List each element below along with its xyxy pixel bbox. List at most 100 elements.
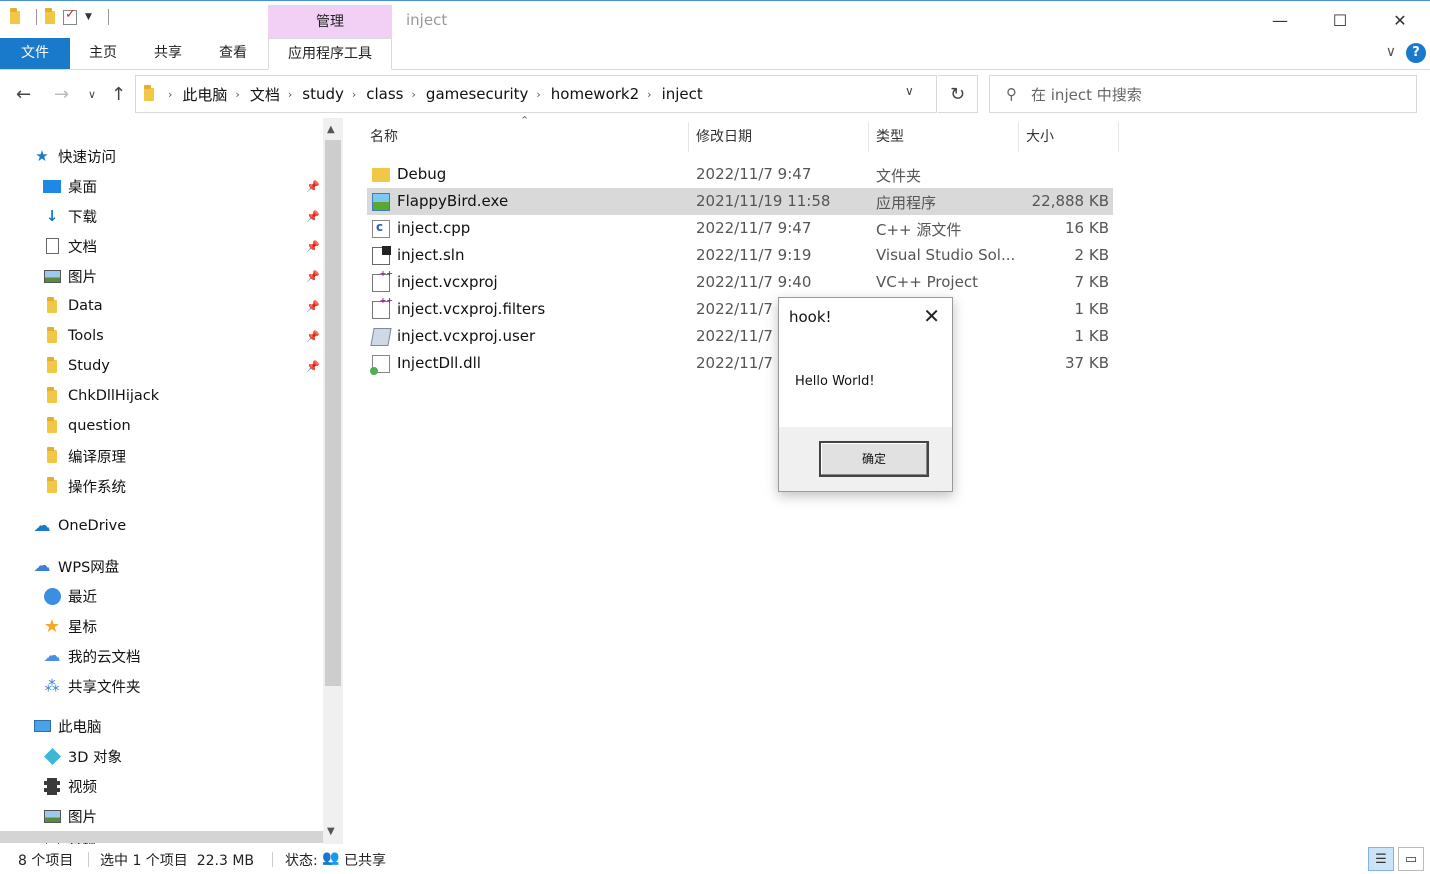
breadcrumb-gamesecurity[interactable]: gamesecurity [426,85,528,103]
file-row[interactable]: InjectDll.dll 2022/11/7 9 展 37 KB [367,350,1113,377]
ok-button[interactable]: 确定 [819,441,929,477]
nav-study[interactable]: Study 📌 [0,351,323,381]
column-divider[interactable] [868,122,869,152]
nav-pc-pictures[interactable]: 图片 [0,801,323,831]
pin-icon[interactable]: 📌 [306,180,320,193]
up-arrow-icon[interactable]: ↑ [111,84,126,105]
breadcrumb-study[interactable]: study [302,85,344,103]
nav-wps[interactable]: ☁ WPS网盘 [0,551,323,581]
breadcrumb-chevron-icon[interactable]: › [352,88,356,101]
nav-compiler[interactable]: 编译原理 [0,441,323,471]
breadcrumb-chevron-icon[interactable]: › [647,88,651,101]
breadcrumb-chevron-icon[interactable]: › [536,88,540,101]
column-header-date[interactable]: 修改日期 [696,118,752,156]
search-box[interactable]: ⚲ 在 inject 中搜索 [989,75,1417,113]
nav-videos[interactable]: 视频 [0,771,323,801]
file-row[interactable]: inject.vcxproj.filters 2022/11/7 9 ect F… [367,296,1113,323]
tab-file[interactable]: 文件 [0,38,70,69]
file-row[interactable]: inject.vcxproj 2022/11/7 9:40 VC++ Proje… [367,269,1113,296]
recent-locations-icon[interactable]: ∨ [88,88,96,101]
pin-icon[interactable]: 📌 [306,210,320,223]
pin-icon[interactable]: 📌 [306,240,320,253]
nav-tools[interactable]: Tools 📌 [0,321,323,351]
scroll-down-icon[interactable]: ▼ [327,826,335,837]
application-icon [372,193,390,211]
column-header-type[interactable]: 类型 [876,118,904,156]
breadcrumb-chevron-icon[interactable]: › [235,88,239,101]
nav-my-cloud-docs[interactable]: ☁ 我的云文档 [0,641,323,671]
close-button[interactable]: ✕ [1370,1,1430,39]
nav-downloads[interactable]: ↓ 下载 📌 [0,201,323,231]
nav-starred[interactable]: ★ 星标 [0,611,323,641]
pin-icon[interactable]: 📌 [306,330,320,343]
nav-documents[interactable]: 文档 📌 [0,231,323,261]
breadcrumb-homework2[interactable]: homework2 [551,85,639,103]
file-date: 2022/11/7 9 [696,300,788,318]
nav-pictures[interactable]: 图片 📌 [0,261,323,291]
properties-icon[interactable] [63,7,77,25]
nav-this-pc[interactable]: 此电脑 [0,711,323,741]
picture-icon [42,806,62,826]
nav-question[interactable]: question [0,411,323,441]
qat-dropdown-icon[interactable]: ▼ [85,12,92,22]
column-divider[interactable] [1018,122,1019,152]
tab-share[interactable]: 共享 [137,38,199,69]
column-header-name[interactable]: 名称 [370,118,398,156]
maximize-button[interactable]: ☐ [1310,1,1370,39]
search-input[interactable]: 在 inject 中搜索 [1031,84,1142,105]
column-divider[interactable] [1118,122,1119,152]
nav-3d-objects[interactable]: 3D 对象 [0,741,323,771]
file-row[interactable]: inject.cpp 2022/11/7 9:47 C++ 源文件 16 KB [367,215,1113,242]
nav-chkdllhijack[interactable]: ChkDllHijack [0,381,323,411]
help-icon[interactable]: ? [1406,43,1426,63]
nav-data[interactable]: Data 📌 [0,291,323,321]
breadcrumb-inject[interactable]: inject [662,85,703,103]
breadcrumb-chevron-icon[interactable]: › [288,88,292,101]
tab-application-tools[interactable]: 应用程序工具 [268,38,392,70]
nav-quick-access[interactable]: ★ 快速访问 [0,141,323,171]
folder-icon[interactable] [10,7,20,24]
context-tab-manage[interactable]: 管理 [268,5,392,39]
column-header-size[interactable]: 大小 [1026,118,1054,156]
pin-icon[interactable]: 📌 [306,360,320,373]
file-row[interactable]: inject.sln 2022/11/7 9:19 Visual Studio … [367,242,1113,269]
file-row[interactable]: Debug 2022/11/7 9:47 文件夹 [367,161,1113,188]
breadcrumb-this-pc[interactable]: 此电脑 [182,84,227,105]
nav-desktop[interactable]: 桌面 📌 [0,171,323,201]
back-arrow-icon[interactable]: ← [16,84,31,105]
new-folder-icon[interactable] [45,7,55,24]
breadcrumb-class[interactable]: class [366,85,403,103]
large-icons-view-icon[interactable]: ▭ [1398,847,1424,871]
nav-label: 桌面 [68,179,97,196]
tab-view[interactable]: 查看 [202,38,264,69]
file-size: 2 KB [1074,246,1109,264]
ribbon-expand-icon[interactable]: ∨ [1386,44,1396,60]
breadcrumb-chevron-icon[interactable]: › [412,88,416,101]
file-name: inject.sln [397,246,465,264]
pin-icon[interactable]: 📌 [306,270,320,283]
sidebar-horizontal-scrollbar[interactable] [0,831,323,843]
nav-recent[interactable]: 最近 [0,581,323,611]
breadcrumb-chevron-icon[interactable]: › [168,88,172,101]
scroll-up-icon[interactable]: ▲ [327,124,335,135]
pin-icon[interactable]: 📌 [306,300,320,313]
minimize-button[interactable]: — [1250,1,1310,39]
vcxproj-file-icon [372,269,393,292]
file-row[interactable]: inject.vcxproj.user 2022/11/7 9 1 KB [367,323,1113,350]
nav-label: 快速访问 [58,149,116,166]
refresh-icon[interactable]: ↻ [938,75,978,113]
details-view-icon[interactable]: ☰ [1368,847,1394,871]
dialog-close-icon[interactable]: ✕ [923,304,940,328]
sidebar-scrollbar[interactable]: ▲ ▼ [323,118,343,844]
breadcrumb-documents[interactable]: 文档 [250,84,280,105]
address-bar[interactable]: › 此电脑 › 文档 › study › class › gamesecurit… [135,75,937,113]
column-divider[interactable] [688,122,689,152]
tab-home[interactable]: 主页 [72,38,134,69]
nav-onedrive[interactable]: ☁ OneDrive [0,511,323,541]
nav-shared-folder[interactable]: ⁂ 共享文件夹 [0,671,323,701]
file-row-selected[interactable]: FlappyBird.exe 2021/11/19 11:58 应用程序 22,… [367,188,1113,215]
scrollbar-thumb[interactable] [325,140,341,686]
address-dropdown-icon[interactable]: ∨ [905,84,914,98]
nav-os[interactable]: 操作系统 [0,471,323,501]
forward-arrow-icon[interactable]: → [54,84,69,105]
